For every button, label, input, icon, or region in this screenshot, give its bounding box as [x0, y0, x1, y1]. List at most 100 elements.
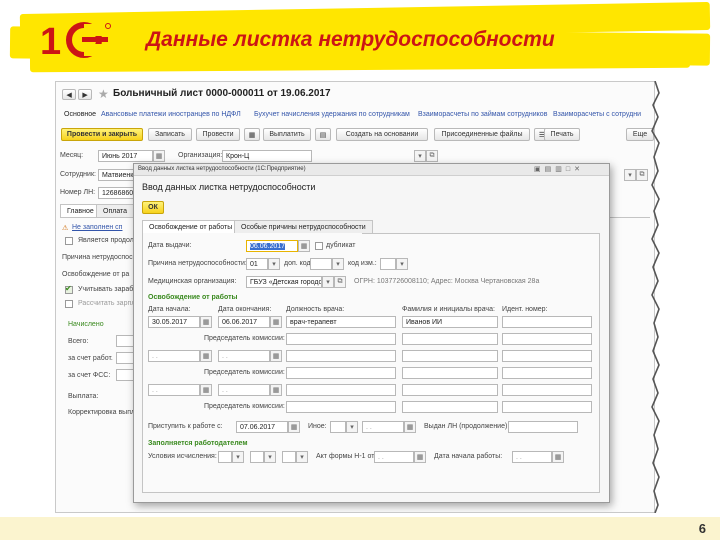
tab-payment[interactable]: Оплата	[96, 204, 135, 218]
doctor-position-field[interactable]	[286, 384, 396, 396]
continuation-checkbox[interactable]	[65, 237, 73, 245]
other-field[interactable]	[330, 421, 346, 433]
start-date-field[interactable]: 30.05.2017	[148, 316, 200, 328]
chair-position-field[interactable]	[286, 367, 396, 379]
code-change-field[interactable]	[380, 258, 396, 270]
condition-1-field[interactable]	[218, 451, 232, 463]
calendar-icon[interactable]: ▦	[153, 150, 165, 162]
calendar-icon[interactable]: ▦	[270, 384, 282, 396]
calendar-icon[interactable]: ▦	[552, 451, 564, 463]
doctor-name-field[interactable]: Иванов ИИ	[402, 316, 498, 328]
save-button[interactable]: Записать	[148, 128, 192, 141]
condition-2-field[interactable]	[250, 451, 264, 463]
calc-wage-checkbox[interactable]	[65, 300, 73, 308]
tab-special-causes[interactable]: Особые причины нетрудоспособности	[234, 220, 373, 234]
chair-name-field[interactable]	[402, 333, 498, 345]
report-icon[interactable]: ▤	[315, 128, 331, 141]
tab-release[interactable]: Освобождение от работы	[142, 220, 240, 234]
dropdown-icon[interactable]: ▾	[232, 451, 244, 463]
calendar-icon[interactable]: ▦	[200, 316, 212, 328]
calendar-icon[interactable]: ▦	[200, 350, 212, 362]
dropdown-icon[interactable]: ▾	[264, 451, 276, 463]
dropdown-icon[interactable]: ▾	[396, 258, 408, 270]
nav-link-settlements[interactable]: Взаиморасчеты с сотрудни	[553, 111, 641, 118]
chair-id-field[interactable]	[502, 367, 592, 379]
star-icon[interactable]: ★	[98, 87, 109, 101]
doctor-name-field[interactable]	[402, 384, 498, 396]
work-start-field[interactable]: . .	[512, 451, 552, 463]
calendar-icon[interactable]: ▦	[414, 451, 426, 463]
month-field[interactable]: Июнь 2017	[98, 150, 153, 162]
post-close-button[interactable]: Провести и закрыть	[61, 128, 143, 141]
issued-cont-field[interactable]	[508, 421, 578, 433]
not-filled-link[interactable]: Не заполнен сп	[72, 224, 122, 231]
nav-link-loans[interactable]: Взаиморасчеты по займам сотрудников	[418, 111, 547, 118]
add-code-field[interactable]	[310, 258, 332, 270]
chair-position-field[interactable]	[286, 333, 396, 345]
organization-field[interactable]: Крон-Ц	[222, 150, 312, 162]
post-button[interactable]: Провести	[196, 128, 240, 141]
dropdown-icon[interactable]: ▾	[414, 150, 426, 162]
dialog-window-icons[interactable]: ▣▤▥□✕	[534, 165, 584, 173]
cause-code-field[interactable]: 01	[246, 258, 268, 270]
dropdown-icon[interactable]: ▾	[322, 276, 334, 288]
start-date-field[interactable]: . .	[148, 350, 200, 362]
back-arrow-icon[interactable]: ◀	[62, 89, 76, 100]
add-code-label: доп. код:	[284, 260, 313, 267]
nav-link-advance[interactable]: Авансовые платежи иностранцев по НДФЛ	[101, 111, 241, 118]
other-date-field[interactable]: . .	[362, 421, 404, 433]
calendar-icon[interactable]: ▦	[200, 384, 212, 396]
ok-button[interactable]: ОК	[142, 201, 164, 214]
employer-section-heading: Заполняется работодателем	[148, 440, 248, 447]
doctor-position-field[interactable]: врач-терапевт	[286, 316, 396, 328]
calendar-icon[interactable]: ▦	[270, 316, 282, 328]
doctor-position-field[interactable]	[286, 350, 396, 362]
doctor-id-field[interactable]	[502, 316, 592, 328]
print-button[interactable]: Печать	[544, 128, 580, 141]
act-date-field[interactable]: . .	[374, 451, 414, 463]
chair-position-field[interactable]	[286, 401, 396, 413]
forward-arrow-icon[interactable]: ▶	[78, 89, 92, 100]
link-icon[interactable]: ⧉	[334, 276, 346, 288]
condition-3-field[interactable]	[282, 451, 296, 463]
payout-label: Выплата:	[68, 393, 99, 400]
attached-files-button[interactable]: Присоединенные файлы	[434, 128, 530, 141]
chair-name-field[interactable]	[402, 401, 498, 413]
pay-button[interactable]: Выплатить	[263, 128, 311, 141]
tab-main[interactable]: Главное	[60, 204, 101, 218]
issue-date-field[interactable]: 06.06.2017	[246, 240, 298, 252]
calendar-icon[interactable]: ▦	[270, 350, 282, 362]
warning-icon: ⚠	[62, 225, 69, 232]
link-icon[interactable]: ⧉	[636, 169, 648, 181]
nav-link-main[interactable]: Основное	[64, 111, 96, 118]
doctor-name-field[interactable]	[402, 350, 498, 362]
tab-divider	[362, 233, 600, 234]
calendar-icon[interactable]: ▦	[298, 240, 310, 252]
chair-name-field[interactable]	[402, 367, 498, 379]
consider-earnings-label: Учитывать зарабо	[78, 286, 138, 293]
post-icon[interactable]: ▦	[244, 128, 260, 141]
chair-id-field[interactable]	[502, 401, 592, 413]
calendar-icon[interactable]: ▦	[404, 421, 416, 433]
doctor-id-field[interactable]	[502, 384, 592, 396]
med-org-field[interactable]: ГБУЗ «Детская городская	[246, 276, 322, 288]
doctor-id-field[interactable]	[502, 350, 592, 362]
dropdown-icon[interactable]: ▾	[296, 451, 308, 463]
end-date-field[interactable]: 06.06.2017	[218, 316, 270, 328]
calendar-icon[interactable]: ▦	[288, 421, 300, 433]
end-date-field[interactable]: . .	[218, 384, 270, 396]
return-work-field[interactable]: 07.06.2017	[236, 421, 288, 433]
start-date-field[interactable]: . .	[148, 384, 200, 396]
dropdown-icon[interactable]: ▾	[332, 258, 344, 270]
chair-id-field[interactable]	[502, 333, 592, 345]
dropdown-icon[interactable]: ▾	[624, 169, 636, 181]
link-icon[interactable]: ⧉	[426, 150, 438, 162]
end-date-field[interactable]: . .	[218, 350, 270, 362]
create-based-button[interactable]: Создать на основании	[336, 128, 428, 141]
ln-number-field[interactable]: 12686860	[98, 187, 136, 199]
duplicate-checkbox[interactable]	[315, 242, 323, 250]
dropdown-icon[interactable]: ▾	[346, 421, 358, 433]
nav-link-accounting[interactable]: Бухучет начисления удержания по сотрудни…	[254, 111, 410, 118]
employee-field[interactable]: Матвиенк	[98, 169, 136, 181]
dropdown-icon[interactable]: ▾	[268, 258, 280, 270]
